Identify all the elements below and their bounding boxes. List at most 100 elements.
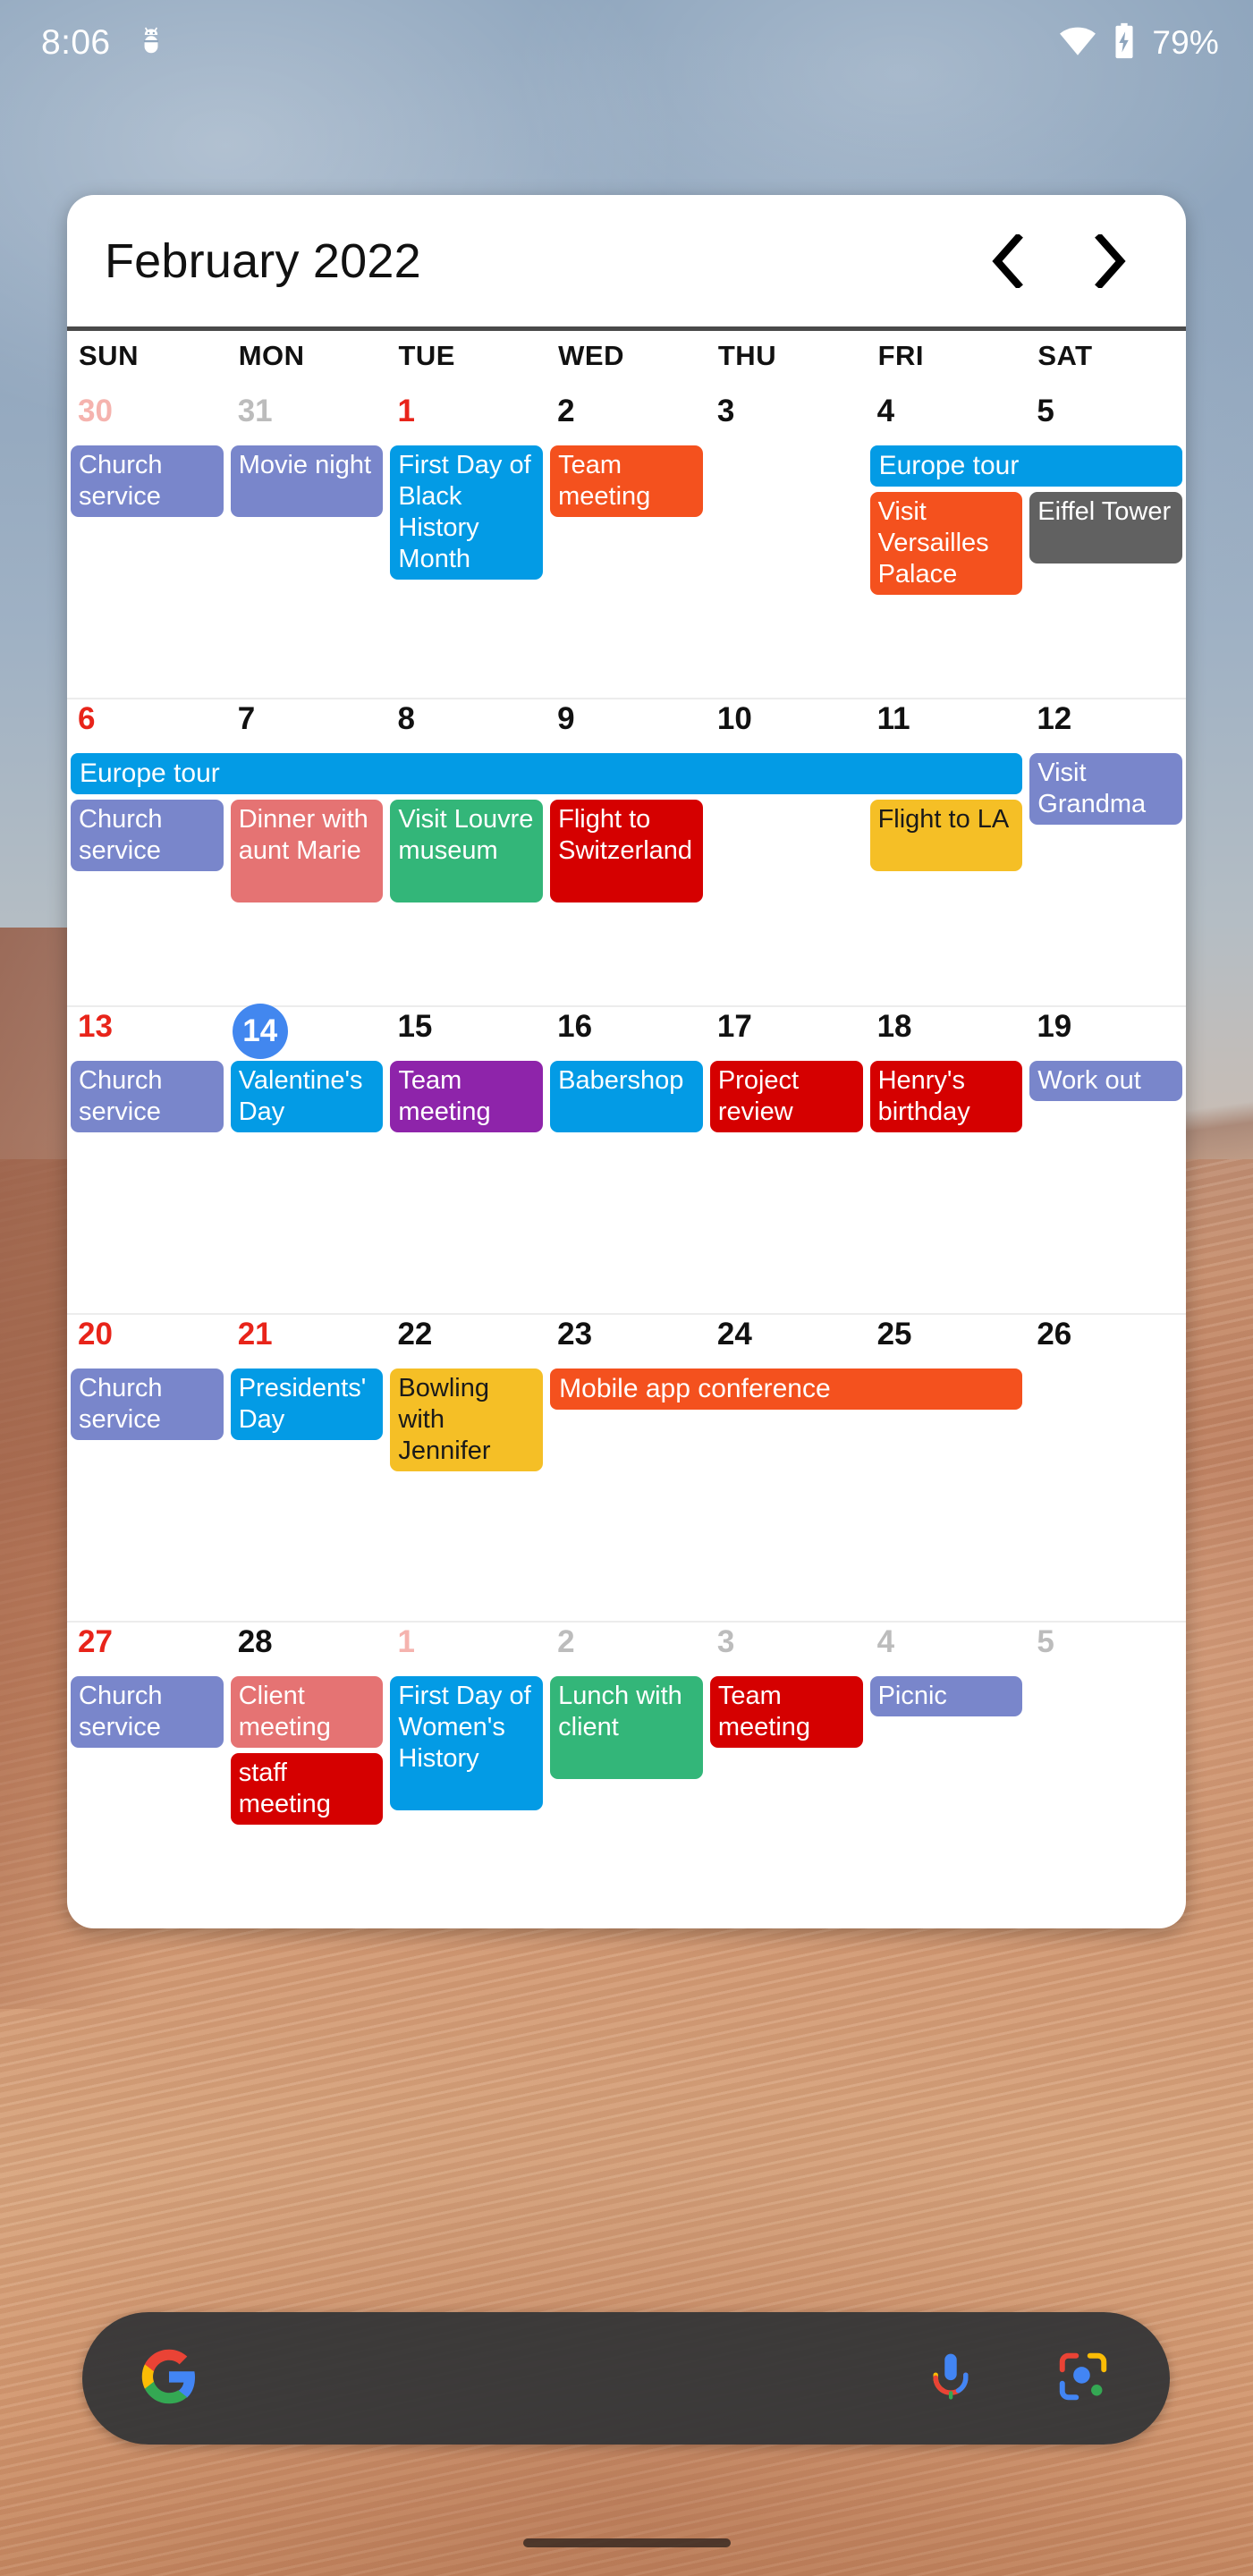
day-cell-4[interactable]: 4	[867, 1623, 1027, 1674]
day-cell-5[interactable]: 5	[1026, 392, 1186, 444]
day-cell-3[interactable]: 3	[707, 392, 867, 444]
calendar-month-title: February 2022	[105, 233, 421, 288]
day-cell-21[interactable]: 21	[227, 1315, 387, 1367]
day-number-row: 20 21 22 23 24 25 26	[67, 1315, 1186, 1367]
calendar-event[interactable]: Team meeting	[390, 1061, 544, 1132]
calendar-week-row: 30 31 1 2 3 4 5 Church service Movie night First …	[67, 392, 1186, 698]
calendar-event[interactable]: staff meeting	[230, 1753, 384, 1825]
calendar-event[interactable]: Church service	[71, 800, 224, 871]
day-cell-30[interactable]: 30	[67, 392, 227, 444]
gesture-home-handle[interactable]	[522, 2538, 731, 2547]
day-number-label: 17	[716, 1009, 752, 1044]
calendar-event[interactable]: Church service	[71, 1368, 224, 1440]
calendar-nav-group	[984, 233, 1150, 289]
day-cell-1[interactable]: 1	[386, 392, 546, 444]
day-number-label: 28	[237, 1624, 273, 1659]
day-cell-7[interactable]: 7	[227, 699, 387, 751]
android-bug-icon	[134, 24, 168, 63]
day-cell-19[interactable]: 19	[1026, 1007, 1186, 1059]
calendar-event[interactable]: Flight to Switzerland	[550, 800, 703, 902]
day-cell-17[interactable]: 17	[707, 1007, 867, 1059]
day-cell-23[interactable]: 23	[546, 1315, 707, 1367]
calendar-event[interactable]: First Day of Black History Month	[390, 445, 544, 580]
day-number-label: 23	[557, 1317, 593, 1352]
calendar-event[interactable]: Eiffel Tower	[1029, 492, 1182, 564]
day-cell-2[interactable]: 2	[546, 392, 707, 444]
calendar-event[interactable]: Visit Versailles Palace	[869, 492, 1023, 595]
day-cell-27[interactable]: 27	[67, 1623, 227, 1674]
calendar-event[interactable]: Visit Louvre museum	[390, 800, 544, 902]
calendar-event[interactable]: Picnic	[869, 1676, 1023, 1716]
day-cell-15[interactable]: 15	[386, 1007, 546, 1059]
day-cell-18[interactable]: 18	[867, 1007, 1027, 1059]
day-cell-20[interactable]: 20	[67, 1315, 227, 1367]
calendar-event[interactable]: Babershop	[550, 1061, 703, 1132]
calendar-event[interactable]: Work out	[1029, 1061, 1182, 1101]
calendar-event[interactable]: Team meeting	[709, 1676, 863, 1748]
calendar-event[interactable]: Client meeting	[230, 1676, 384, 1748]
event-layer: Europe tour Church service Dinner with aun…	[67, 751, 1186, 1005]
day-cell-28[interactable]: 28	[227, 1623, 387, 1674]
battery-percent-label: 79%	[1152, 24, 1219, 61]
event-layer: Church service Presidents' Day Bowling wit…	[67, 1367, 1186, 1621]
calendar-event[interactable]: Presidents' Day	[230, 1368, 384, 1440]
day-cell-31[interactable]: 31	[227, 392, 387, 444]
calendar-event[interactable]: Europe tour	[869, 445, 1182, 487]
calendar-event[interactable]: Church service	[71, 1061, 224, 1132]
calendar-event[interactable]: Bowling with Jennifer	[390, 1368, 544, 1471]
day-number-label: 22	[397, 1317, 433, 1352]
google-search-bar[interactable]	[82, 2312, 1170, 2445]
calendar-event[interactable]: Church service	[71, 445, 224, 517]
battery-charging-icon	[1109, 21, 1139, 65]
day-cell-13[interactable]: 13	[67, 1007, 227, 1059]
calendar-event[interactable]: Henry's birthday	[869, 1061, 1023, 1132]
day-cell-10[interactable]: 10	[707, 699, 867, 751]
day-cell-8[interactable]: 8	[386, 699, 546, 751]
calendar-event[interactable]: First Day of Women's History	[390, 1676, 544, 1810]
next-month-button[interactable]	[1088, 233, 1134, 289]
day-cell-4[interactable]: 4	[867, 392, 1027, 444]
day-cell-9[interactable]: 9	[546, 699, 707, 751]
calendar-event[interactable]: Lunch with client	[550, 1676, 703, 1779]
day-cell-12[interactable]: 12	[1026, 699, 1186, 751]
day-cell-5[interactable]: 5	[1026, 1623, 1186, 1674]
calendar-event[interactable]: Dinner with aunt Marie	[230, 800, 384, 902]
day-number-label: 20	[78, 1317, 113, 1352]
day-cell-26[interactable]: 26	[1026, 1315, 1186, 1367]
calendar-week-row: 6 7 8 9 10 11 12 Europe tour Church service Dinne…	[67, 698, 1186, 1005]
day-cell-1[interactable]: 1	[386, 1623, 546, 1674]
day-cell-3[interactable]: 3	[707, 1623, 867, 1674]
calendar-widget[interactable]: February 2022 SUN MON TUE WED THU FRI SAT 30 31…	[67, 195, 1186, 1928]
day-cell-6[interactable]: 6	[67, 699, 227, 751]
day-number-label: 31	[237, 394, 273, 428]
day-cell-24[interactable]: 24	[707, 1315, 867, 1367]
day-cell-2[interactable]: 2	[546, 1623, 707, 1674]
calendar-event[interactable]: Mobile app conference	[550, 1368, 1023, 1410]
calendar-event[interactable]: Valentine's Day	[230, 1061, 384, 1132]
microphone-icon[interactable]	[923, 2349, 978, 2409]
day-number-row: 30 31 1 2 3 4 5	[67, 392, 1186, 444]
calendar-event[interactable]: Flight to LA	[869, 800, 1023, 871]
day-number-label: 15	[397, 1009, 433, 1044]
calendar-event[interactable]: Visit Grandma	[1029, 753, 1182, 825]
calendar-event[interactable]: Church service	[71, 1676, 224, 1748]
calendar-event[interactable]: Team meeting	[550, 445, 703, 517]
event-layer: Church service Movie night First Day of Bl…	[67, 444, 1186, 698]
day-cell-11[interactable]: 11	[867, 699, 1027, 751]
day-cell-25[interactable]: 25	[867, 1315, 1027, 1367]
day-cell-22[interactable]: 22	[386, 1315, 546, 1367]
day-number-label: 26	[1037, 1317, 1072, 1352]
search-bar-actions	[923, 2349, 1111, 2409]
status-bar: 8:06 79%	[0, 0, 1253, 86]
calendar-event[interactable]: Europe tour	[71, 753, 1023, 794]
weekday-label-mon: MON	[238, 340, 305, 371]
day-number-label: 5	[1037, 1624, 1054, 1659]
google-lens-icon[interactable]	[1055, 2349, 1111, 2409]
day-number-label: 1	[397, 394, 415, 428]
prev-month-button[interactable]	[984, 233, 1030, 289]
day-cell-16[interactable]: 16	[546, 1007, 707, 1059]
calendar-event[interactable]: Project review	[709, 1061, 863, 1132]
calendar-week-row: 27 28 1 2 3 4 5 Church service Client meeting sta…	[67, 1621, 1186, 1928]
calendar-event[interactable]: Movie night	[230, 445, 384, 517]
day-cell-14[interactable]: 14	[227, 1004, 387, 1059]
